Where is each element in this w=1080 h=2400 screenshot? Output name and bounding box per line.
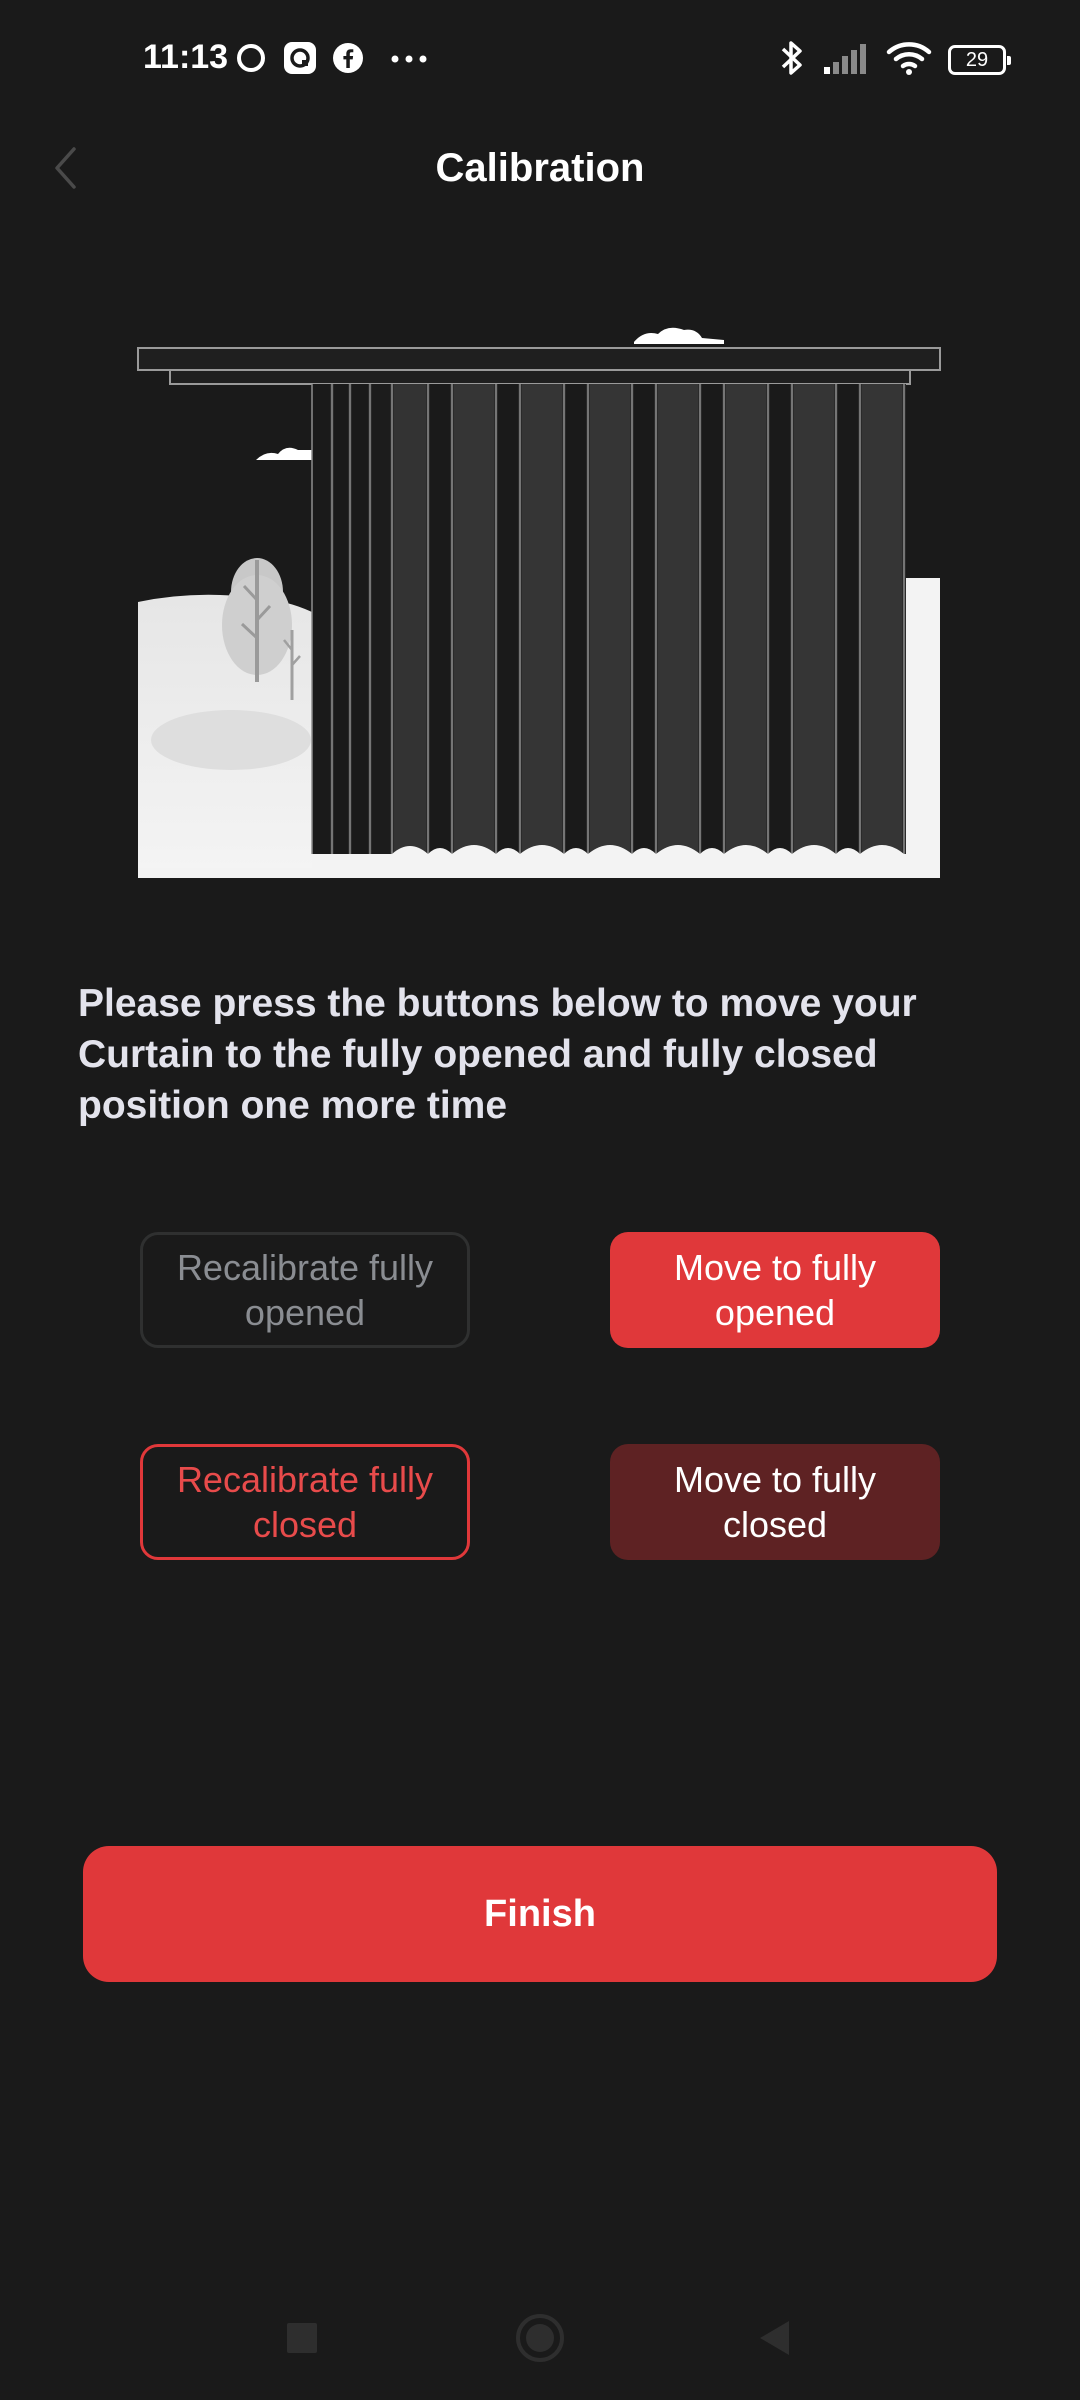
status-time: 11:13 <box>143 38 229 76</box>
more-dots-icon <box>390 51 428 69</box>
home-button[interactable] <box>510 2310 570 2370</box>
move-to-fully-closed-button[interactable]: Move to fully closed <box>610 1444 940 1560</box>
back-triangle-icon <box>757 2319 791 2362</box>
curtain-illustration <box>136 320 942 880</box>
bluetooth-icon <box>778 38 806 83</box>
wifi-icon <box>886 40 932 81</box>
battery-icon: 29 <box>948 45 1011 75</box>
signal-icon <box>822 41 870 80</box>
ring-icon <box>234 41 268 80</box>
move-to-fully-opened-button[interactable]: Move to fully opened <box>610 1232 940 1348</box>
finish-button[interactable]: Finish <box>83 1846 997 1982</box>
header: Calibration <box>0 120 1080 220</box>
recalibrate-fully-opened-button[interactable]: Recalibrate fully opened <box>140 1232 470 1348</box>
notification-icons <box>234 38 428 82</box>
system-icons: 29 <box>778 38 1011 83</box>
recents-button[interactable] <box>272 2310 332 2370</box>
system-nav-bar <box>0 2280 1080 2400</box>
curtain-window-graphic <box>137 327 941 878</box>
status-bar: 11:13 29 <box>0 0 1080 120</box>
recalibrate-fully-closed-button[interactable]: Recalibrate fully closed <box>140 1444 470 1560</box>
camera-app-icon <box>282 40 318 81</box>
facebook-icon <box>332 42 364 79</box>
recents-square-icon <box>286 2322 318 2359</box>
instruction-text: Please press the buttons below to move y… <box>78 982 917 1127</box>
back-nav-button[interactable] <box>744 2310 804 2370</box>
home-circle-icon <box>515 2313 565 2368</box>
page-title: Calibration <box>435 146 645 190</box>
